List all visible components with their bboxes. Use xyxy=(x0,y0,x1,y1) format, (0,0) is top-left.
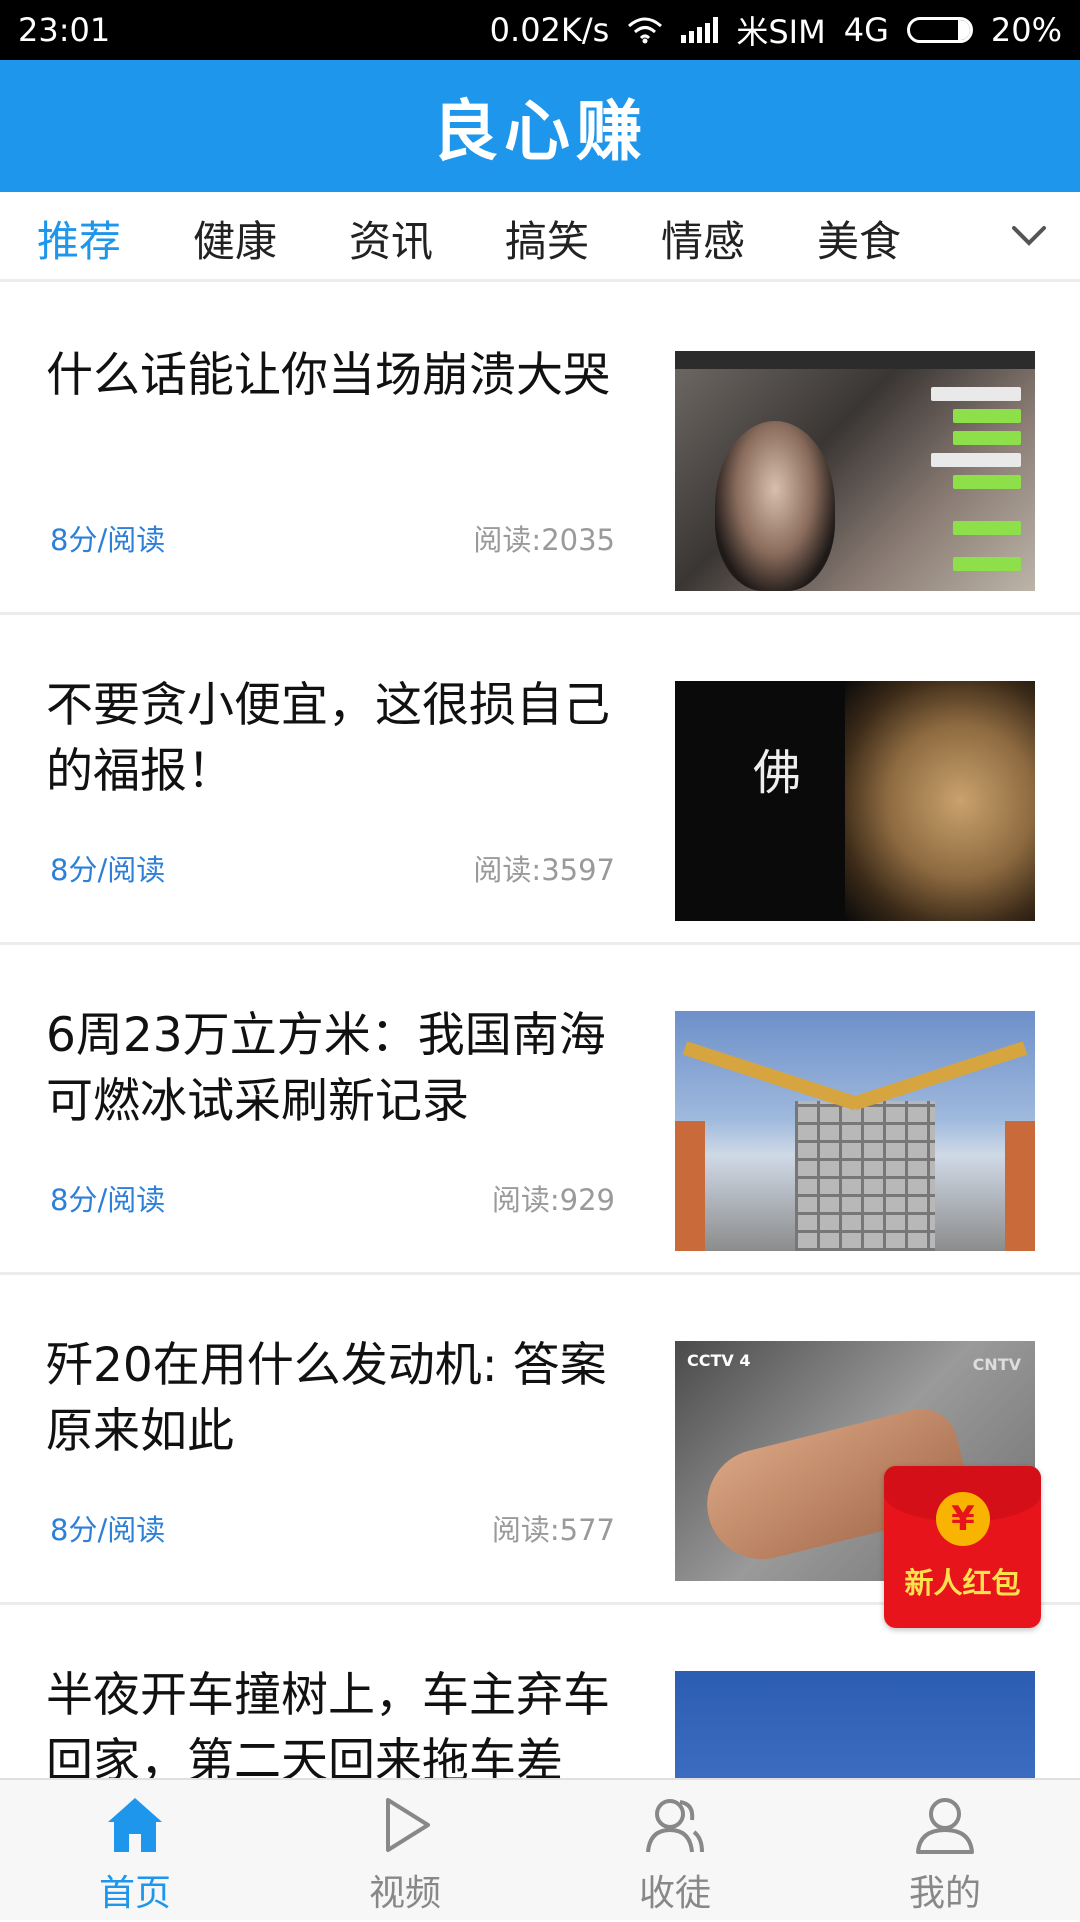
read-count: 阅读:929 xyxy=(491,1183,615,1217)
article-title: 不要贪小便宜，这很损自己的福报！ xyxy=(46,678,610,799)
list-item[interactable]: 半夜开车撞树上，车主弃车回家，第二天回来拖车差 xyxy=(0,1605,1080,1911)
yuan-coin-icon: ¥ xyxy=(936,1492,990,1546)
thumbnail-logo: CCTV 4 xyxy=(687,1351,751,1370)
tab-funny[interactable]: 搞笑 xyxy=(505,208,589,269)
tab-food[interactable]: 美食 xyxy=(817,208,901,269)
tab-emotion[interactable]: 情感 xyxy=(661,208,745,269)
app-header: 良心赚 xyxy=(0,60,1080,192)
status-bar: 23:01 0.02K/s 米SIM 4G 20% xyxy=(0,0,1080,60)
nav-label: 视频 xyxy=(368,1873,441,1914)
home-icon xyxy=(108,1798,162,1852)
nav-apprentice[interactable]: 收徒 xyxy=(540,1780,810,1922)
article-thumbnail xyxy=(675,351,1035,591)
status-right: 0.02K/s 米SIM 4G 20% xyxy=(490,7,1062,53)
network-type: 4G xyxy=(843,11,889,49)
list-item[interactable]: 6周23万立方米：我国南海可燃冰试采刷新记录 8分/阅读 阅读:929 xyxy=(0,945,1080,1275)
red-packet-button[interactable]: ¥ 新人红包 xyxy=(884,1466,1041,1628)
tab-recommend[interactable]: 推荐 xyxy=(37,208,121,269)
article-thumbnail xyxy=(675,1011,1035,1251)
read-count: 阅读:3597 xyxy=(473,853,615,887)
tab-news[interactable]: 资讯 xyxy=(349,208,433,269)
status-time: 23:01 xyxy=(18,11,111,49)
wifi-icon xyxy=(628,17,663,44)
nav-label: 我的 xyxy=(908,1873,981,1914)
nav-label: 收徒 xyxy=(638,1873,711,1914)
article-title: 半夜开车撞树上，车主弃车回家，第二天回来拖车差 xyxy=(46,1668,610,1789)
read-time: 8分/阅读 xyxy=(50,1183,166,1217)
net-speed: 0.02K/s xyxy=(489,11,610,49)
read-time: 8分/阅读 xyxy=(50,1513,166,1547)
list-item[interactable]: 什么话能让你当场崩溃大哭 8分/阅读 阅读:2035 xyxy=(0,285,1080,615)
read-count: 阅读:2035 xyxy=(473,523,615,557)
list-item[interactable]: 不要贪小便宜，这很损自己的福报！ 8分/阅读 阅读:3597 佛 xyxy=(0,615,1080,945)
red-packet-label: 新人红包 xyxy=(904,1566,1021,1600)
chevron-down-icon[interactable] xyxy=(1006,212,1052,258)
article-thumbnail: 佛 xyxy=(675,681,1035,921)
signal-icon xyxy=(681,17,719,43)
tab-health[interactable]: 健康 xyxy=(193,208,277,269)
carrier: 米SIM xyxy=(736,13,826,51)
article-title: 什么话能让你当场崩溃大哭 xyxy=(46,348,610,403)
bottom-nav: 首页 视频 收徒 我的 xyxy=(0,1778,1080,1920)
battery-icon xyxy=(906,17,973,43)
nav-video[interactable]: 视频 xyxy=(270,1780,540,1922)
nav-home[interactable]: 首页 xyxy=(0,1780,270,1922)
read-count: 阅读:577 xyxy=(491,1513,615,1547)
category-tabs: 推荐 健康 资讯 搞笑 情感 美食 xyxy=(0,192,1080,282)
people-icon xyxy=(646,1799,704,1853)
play-icon xyxy=(386,1798,430,1852)
read-time: 8分/阅读 xyxy=(50,853,166,887)
article-title: 6周23万立方米：我国南海可燃冰试采刷新记录 xyxy=(46,1008,606,1129)
thumbnail-caption: 佛 xyxy=(753,745,802,801)
thumbnail-logo: CNTV xyxy=(972,1355,1021,1374)
article-title: 歼20在用什么发动机: 答案原来如此 xyxy=(46,1338,607,1459)
user-icon xyxy=(916,1798,974,1854)
read-time: 8分/阅读 xyxy=(50,523,166,557)
app-logo: 良心赚 xyxy=(432,93,648,170)
nav-mine[interactable]: 我的 xyxy=(810,1780,1080,1922)
battery-percent: 20% xyxy=(990,11,1062,49)
nav-label: 首页 xyxy=(98,1873,171,1914)
